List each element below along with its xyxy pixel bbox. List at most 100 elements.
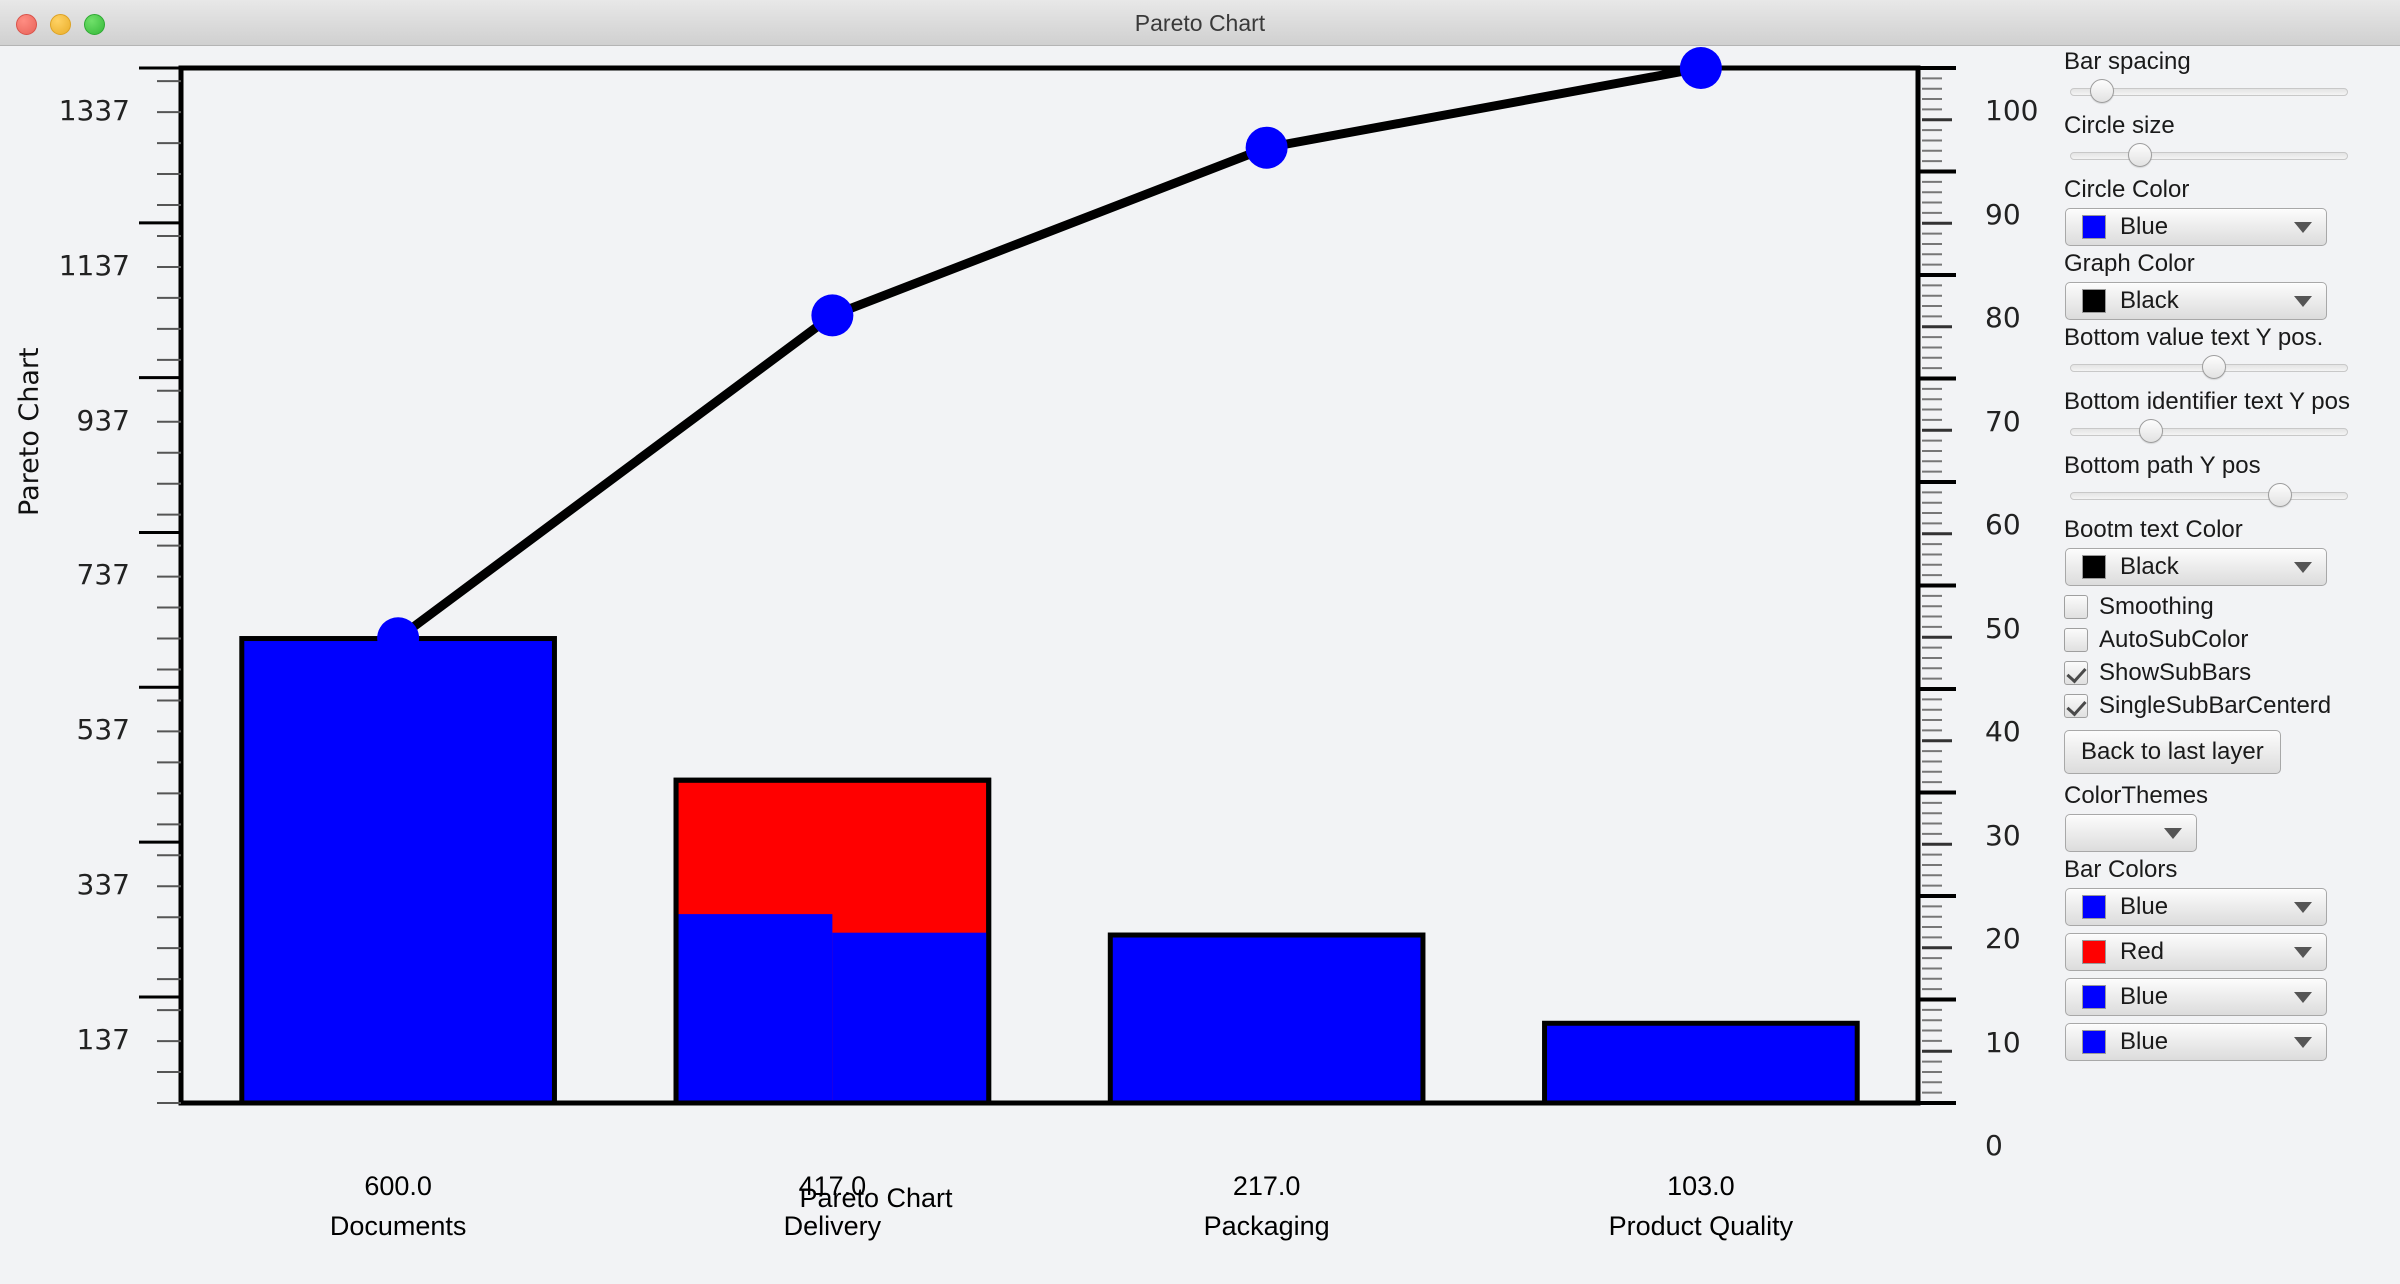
- bar-color-value: Blue: [2120, 1028, 2169, 1055]
- percent-axis-tick-label: 80: [1985, 301, 2021, 334]
- color-swatch-icon: [2082, 940, 2106, 964]
- color-swatch-icon: [2082, 289, 2106, 313]
- chevron-down-icon: [2294, 562, 2312, 573]
- bar-value-label: 103.0: [1667, 1171, 1735, 1201]
- percent-axis-tick-label: 50: [1985, 611, 2021, 645]
- chevron-down-icon: [2294, 1037, 2312, 1048]
- percent-axis-tick-label: 40: [1985, 715, 2021, 748]
- color-swatch-icon: [2082, 985, 2106, 1009]
- bar-colors-group: Blue Red Blue Blue: [2062, 888, 2400, 1061]
- bar-color-dropdown-1[interactable]: Blue: [2065, 888, 2327, 926]
- slider-knob[interactable]: [2202, 355, 2227, 379]
- bar-spacing-label: Bar spacing: [2064, 48, 2191, 75]
- percent-axis-tick-label: 100: [1985, 94, 2039, 127]
- checkbox-unchecked-icon[interactable]: [2064, 595, 2088, 619]
- circle-size-slider[interactable]: [2070, 143, 2348, 167]
- slider-track: [2070, 492, 2348, 500]
- circle-color-label: Circle Color: [2064, 176, 2190, 203]
- bar-color-dropdown-2[interactable]: Red: [2065, 933, 2327, 971]
- checkbox-row-autosubcolor[interactable]: AutoSubColor: [2064, 625, 2400, 655]
- bottom-value-text-y-slider[interactable]: [2070, 355, 2348, 379]
- percent-axis-tick-label: 60: [1985, 508, 2021, 541]
- graph-color-dropdown[interactable]: Black: [2065, 282, 2327, 320]
- bottom-text-color-label: Bootm text Color: [2064, 516, 2243, 543]
- y-axis-tick-label: 337: [76, 868, 130, 902]
- bar-color-dropdown-3[interactable]: Blue: [2065, 978, 2327, 1016]
- bar-value-label: 600.0: [364, 1171, 432, 1201]
- checkbox-label: ShowSubBars: [2099, 659, 2252, 686]
- color-swatch-icon: [2082, 555, 2106, 579]
- color-swatch-icon: [2082, 215, 2106, 239]
- slider-knob[interactable]: [2138, 419, 2163, 443]
- bar-category-label: Documents: [329, 1211, 467, 1241]
- y-axis-tick-label: 1337: [58, 94, 130, 127]
- graph-color-value: Black: [2120, 287, 2179, 314]
- bottom-path-y-label: Bottom path Y pos: [2064, 452, 2261, 479]
- chart-canvas: [139, 47, 1956, 1106]
- checkbox-checked-icon[interactable]: [2064, 694, 2088, 718]
- bar-category-label: Delivery: [783, 1211, 882, 1241]
- pareto-chart: Pareto Chart 1337 1137 937 737 537 337 137 100…: [0, 46, 2038, 1284]
- color-swatch-icon: [2082, 895, 2106, 919]
- checkbox-checked-icon[interactable]: [2064, 661, 2088, 685]
- y-axis-tick-label: 737: [76, 558, 130, 592]
- color-swatch-icon: [2082, 1030, 2106, 1054]
- circle-color-value: Blue: [2120, 213, 2169, 240]
- y-axis-tick-label: 537: [76, 713, 130, 747]
- window-titlebar: Pareto Chart: [0, 0, 2400, 46]
- checkbox-row-showsubbars[interactable]: ShowSubBars: [2064, 658, 2400, 688]
- chevron-down-icon: [2294, 222, 2312, 233]
- bottom-text-color-value: Black: [2120, 553, 2179, 580]
- y-axis-tick-label: 937: [76, 403, 130, 437]
- window-title: Pareto Chart: [1134, 10, 1266, 36]
- percent-axis-tick-label: 20: [1985, 922, 2021, 955]
- chevron-down-icon: [2294, 296, 2312, 307]
- circle-color-dropdown[interactable]: Blue: [2065, 208, 2327, 246]
- app-window: Pareto Chart Pareto Chart 1337 1137 937 737…: [0, 0, 2400, 1284]
- bottom-value-text-y-label: Bottom value text Y pos.: [2064, 324, 2324, 351]
- bar-colors-label: Bar Colors: [2064, 856, 2178, 883]
- bottom-identifier-text-y-label: Bottom identifier text Y pos: [2064, 388, 2350, 415]
- bar-category-label: Packaging: [1203, 1211, 1330, 1241]
- bar-spacing-slider[interactable]: [2070, 79, 2348, 103]
- slider-knob[interactable]: [2268, 483, 2293, 507]
- color-themes-dropdown[interactable]: [2065, 814, 2197, 852]
- checkbox-row-smoothing[interactable]: Smoothing: [2064, 592, 2400, 622]
- bar-category-label: Product Quality: [1608, 1211, 1794, 1241]
- bar-value-label: 217.0: [1232, 1171, 1301, 1201]
- content-area: Pareto Chart 1337 1137 937 737 537 337 137 100…: [0, 46, 2400, 1284]
- y-axis-tick-label: 1137: [58, 248, 130, 282]
- slider-track: [2070, 428, 2348, 436]
- color-themes-label: ColorThemes: [2064, 782, 2209, 809]
- slider-knob[interactable]: [2090, 79, 2115, 103]
- graph-color-label: Graph Color: [2064, 250, 2195, 277]
- bottom-identifier-text-y-slider[interactable]: [2070, 419, 2348, 443]
- checkbox-unchecked-icon[interactable]: [2064, 628, 2088, 652]
- checkbox-row-singlesubbarcenterd[interactable]: SingleSubBarCenterd: [2064, 691, 2400, 721]
- circle-size-label: Circle size: [2064, 112, 2175, 139]
- percent-axis-tick-label: 0: [1985, 1129, 2003, 1162]
- bar-color-value: Blue: [2120, 893, 2169, 920]
- slider-knob[interactable]: [2128, 143, 2153, 167]
- checkbox-label: Smoothing: [2099, 593, 2214, 620]
- percent-axis-tick-label: 70: [1985, 404, 2021, 438]
- chevron-down-icon: [2294, 992, 2312, 1003]
- percent-axis-tick-label: 90: [1985, 197, 2021, 231]
- bar-color-dropdown-4[interactable]: Blue: [2065, 1023, 2327, 1061]
- checkbox-label: AutoSubColor: [2099, 626, 2249, 653]
- bar-color-value: Blue: [2120, 983, 2169, 1010]
- bottom-text-color-dropdown[interactable]: Black: [2065, 548, 2327, 586]
- bar-color-value: Red: [2120, 938, 2165, 965]
- chevron-down-icon: [2164, 828, 2182, 839]
- percent-axis-tick-label: 10: [1985, 1025, 2021, 1059]
- controls-panel: Bar spacing Circle size Circle Color Blu…: [2062, 46, 2400, 1284]
- slider-track: [2070, 152, 2348, 160]
- bottom-path-y-slider[interactable]: [2070, 483, 2348, 507]
- chevron-down-icon: [2294, 902, 2312, 913]
- percent-axis-tick-label: 30: [1985, 818, 2021, 852]
- back-to-last-layer-button[interactable]: Back to last layer: [2064, 730, 2281, 774]
- checkbox-group: Smoothing AutoSubColor ShowSubBars SingleSu…: [2062, 592, 2400, 721]
- y-axis-tick-label: 137: [76, 1022, 130, 1056]
- checkbox-label: SingleSubBarCenterd: [2099, 692, 2332, 719]
- chart-bottom-title: Pareto Chart: [799, 1183, 953, 1213]
